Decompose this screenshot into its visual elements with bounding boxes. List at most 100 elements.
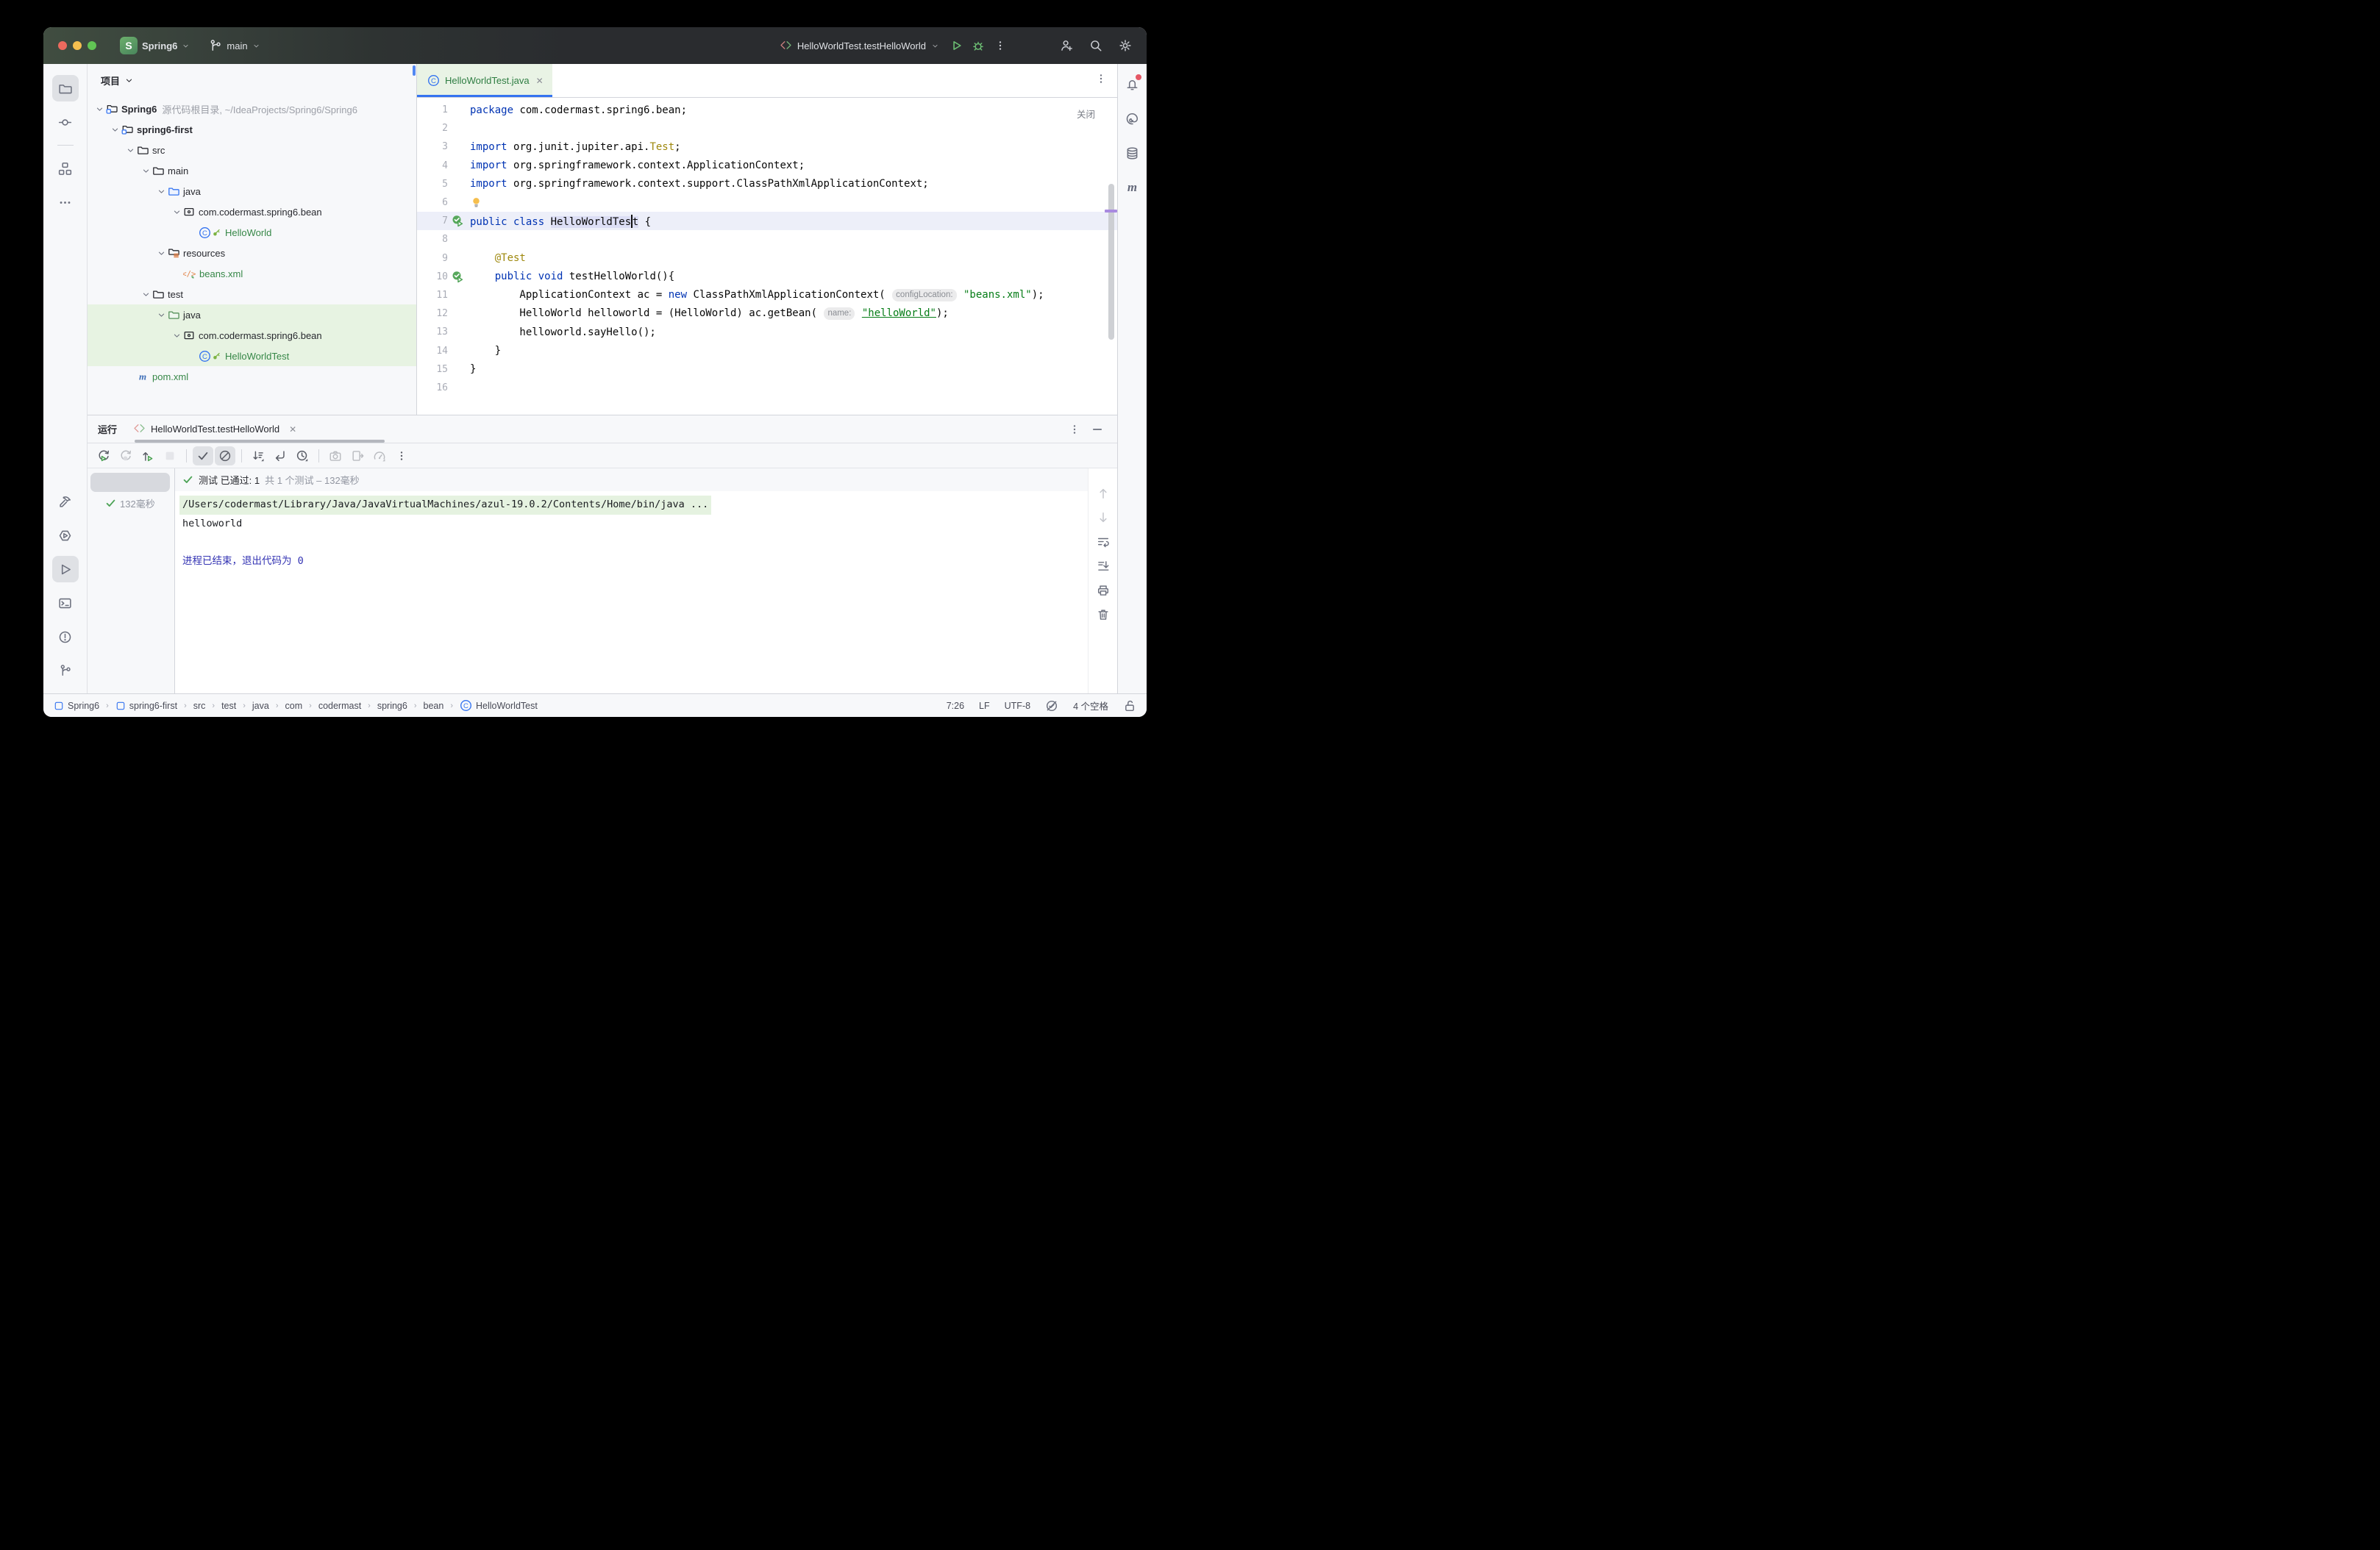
tree-item-test[interactable]: test	[88, 284, 416, 304]
hide-panel-button[interactable]	[1091, 423, 1104, 436]
console-output[interactable]: /Users/codermast/Library/Java/JavaVirtua…	[175, 491, 1088, 693]
tool-commit-button[interactable]	[52, 109, 79, 135]
debug-button[interactable]	[967, 35, 989, 57]
chevron-down-icon[interactable]	[171, 206, 183, 218]
close-run-tab-icon[interactable]: ✕	[289, 424, 296, 435]
tree-item-java[interactable]: java	[88, 304, 416, 325]
tree-item-helloworld[interactable]: CHelloWorld	[88, 222, 416, 243]
chevron-down-icon[interactable]	[155, 309, 168, 321]
breadcrumb-item-test[interactable]: test	[221, 701, 236, 711]
next-occurrence-button[interactable]	[1094, 509, 1113, 526]
run-tab[interactable]: HelloWorldTest.testHelloWorld ✕	[133, 423, 296, 435]
chevron-down-icon[interactable]	[124, 76, 134, 85]
stop-button[interactable]	[160, 446, 180, 465]
tool-run-button[interactable]	[52, 556, 79, 582]
close-tab-icon[interactable]: ✕	[536, 76, 544, 86]
run-button[interactable]	[945, 35, 967, 57]
chevron-down-icon[interactable]	[140, 288, 152, 301]
test-case-row[interactable]: 132毫秒	[88, 493, 174, 513]
breadcrumb-item-codermast[interactable]: codermast	[318, 701, 361, 711]
maven-button[interactable]: m	[1122, 176, 1144, 199]
export-test-results-button[interactable]	[347, 446, 368, 465]
breadcrumb-item-java[interactable]: java	[252, 701, 269, 711]
tab-options-button[interactable]	[1095, 73, 1107, 88]
rerun-button[interactable]	[93, 446, 114, 465]
tree-item-beans-xml[interactable]: </>beans.xml	[88, 263, 416, 284]
minimize-window-button[interactable]	[73, 41, 82, 50]
code-line-16[interactable]: 16	[417, 379, 1117, 397]
show-ignored-button[interactable]	[215, 446, 235, 465]
tab-strip-scrollbar[interactable]	[135, 440, 385, 443]
show-passed-button[interactable]	[193, 446, 213, 465]
breadcrumb-item-spring6-first[interactable]: spring6-first	[115, 701, 177, 711]
chevron-down-icon[interactable]	[124, 144, 137, 157]
close-window-button[interactable]	[58, 41, 67, 50]
code-line-14[interactable]: 14 }	[417, 341, 1117, 360]
code-editor[interactable]: 关闭 1package com.codermast.spring6.bean;2…	[417, 98, 1117, 415]
print-button[interactable]	[1094, 582, 1113, 599]
breadcrumb-item-spring6[interactable]: spring6	[377, 701, 407, 711]
clear-console-button[interactable]	[1094, 606, 1113, 624]
code-with-me-button[interactable]	[1055, 35, 1077, 57]
code-line-1[interactable]: 1package com.codermast.spring6.bean;	[417, 101, 1117, 119]
code-line-9[interactable]: 9 @Test	[417, 249, 1117, 268]
code-line-8[interactable]: 8	[417, 230, 1117, 249]
chevron-down-icon[interactable]	[155, 247, 168, 260]
tree-item-resources[interactable]: resources	[88, 243, 416, 263]
tool-git-button[interactable]	[52, 657, 79, 684]
tree-item-main[interactable]: main	[88, 160, 416, 181]
prev-occurrence-button[interactable]	[1094, 485, 1113, 502]
settings-button[interactable]	[1114, 35, 1136, 57]
breadcrumb-item-helloworldtest[interactable]: CHelloWorldTest	[460, 699, 538, 712]
code-line-11[interactable]: 11 ApplicationContext ac = new ClassPath…	[417, 286, 1117, 304]
code-line-10[interactable]: 10 public void testHelloWorld(){	[417, 268, 1117, 286]
tool-services-button[interactable]	[52, 522, 79, 549]
tool-build-button[interactable]	[52, 488, 79, 515]
breadcrumb-item-spring6[interactable]: Spring6	[54, 701, 99, 711]
breadcrumb-item-bean[interactable]: bean	[424, 701, 444, 711]
soft-wrap-button[interactable]	[1094, 533, 1113, 551]
code-line-7[interactable]: 7public class HelloWorldTest {	[417, 212, 1117, 230]
code-line-13[interactable]: 13 helloworld.sayHello();	[417, 323, 1117, 341]
database-button[interactable]	[1122, 142, 1144, 164]
code-line-5[interactable]: 5import org.springframework.context.supp…	[417, 175, 1117, 193]
snapshot-button[interactable]	[325, 446, 346, 465]
code-line-6[interactable]: 6	[417, 193, 1117, 212]
toggle-auto-test-button[interactable]	[138, 446, 158, 465]
code-line-15[interactable]: 15}	[417, 360, 1117, 379]
test-root-row[interactable]: He 132毫秒	[88, 472, 174, 493]
encoding-widget[interactable]: UTF-8	[1005, 701, 1030, 711]
tree-scrollbar[interactable]	[413, 65, 416, 76]
proofread-icon[interactable]	[1045, 699, 1058, 712]
chevron-down-icon[interactable]	[93, 103, 106, 115]
tool-problems-button[interactable]	[52, 624, 79, 650]
rerun-failed-button[interactable]	[115, 446, 136, 465]
unlock-icon[interactable]	[1123, 699, 1136, 712]
tool-terminal-button[interactable]	[52, 590, 79, 616]
more-run-actions-button[interactable]	[989, 35, 1011, 57]
test-history-button[interactable]	[292, 446, 313, 465]
run-test-gutter-icon[interactable]	[452, 215, 464, 227]
code-line-12[interactable]: 12 HelloWorld helloworld = (HelloWorld) …	[417, 304, 1117, 323]
line-ending-widget[interactable]: LF	[979, 701, 990, 711]
tool-project-button[interactable]	[52, 75, 79, 101]
tool-structure-button[interactable]	[52, 155, 79, 182]
code-line-2[interactable]: 2	[417, 119, 1117, 138]
project-widget[interactable]: S Spring6	[114, 34, 196, 57]
run-configuration-selector[interactable]: HelloWorldTest.testHelloWorld	[780, 40, 939, 52]
chevron-down-icon[interactable]	[140, 165, 152, 177]
tree-item-java[interactable]: java	[88, 181, 416, 201]
run-test-gutter-icon[interactable]	[452, 271, 464, 283]
navigate-with-single-click-button[interactable]	[270, 446, 291, 465]
breadcrumb-item-com[interactable]: com	[285, 701, 303, 711]
editor-scrollbar[interactable]	[1108, 184, 1114, 340]
tree-item-com-codermast-spring6-bean[interactable]: com.codermast.spring6.bean	[88, 201, 416, 222]
code-line-4[interactable]: 4import org.springframework.context.Appl…	[417, 157, 1117, 175]
tree-item-helloworldtest[interactable]: CHelloWorldTest	[88, 346, 416, 366]
caret-position-widget[interactable]: 7:26	[947, 701, 964, 711]
chevron-down-icon[interactable]	[155, 185, 168, 198]
tree-item-com-codermast-spring6-bean[interactable]: com.codermast.spring6.bean	[88, 325, 416, 346]
indent-widget[interactable]: 4 个空格	[1073, 699, 1108, 712]
sort-tests-button[interactable]	[248, 446, 268, 465]
breadcrumb-item-src[interactable]: src	[193, 701, 206, 711]
